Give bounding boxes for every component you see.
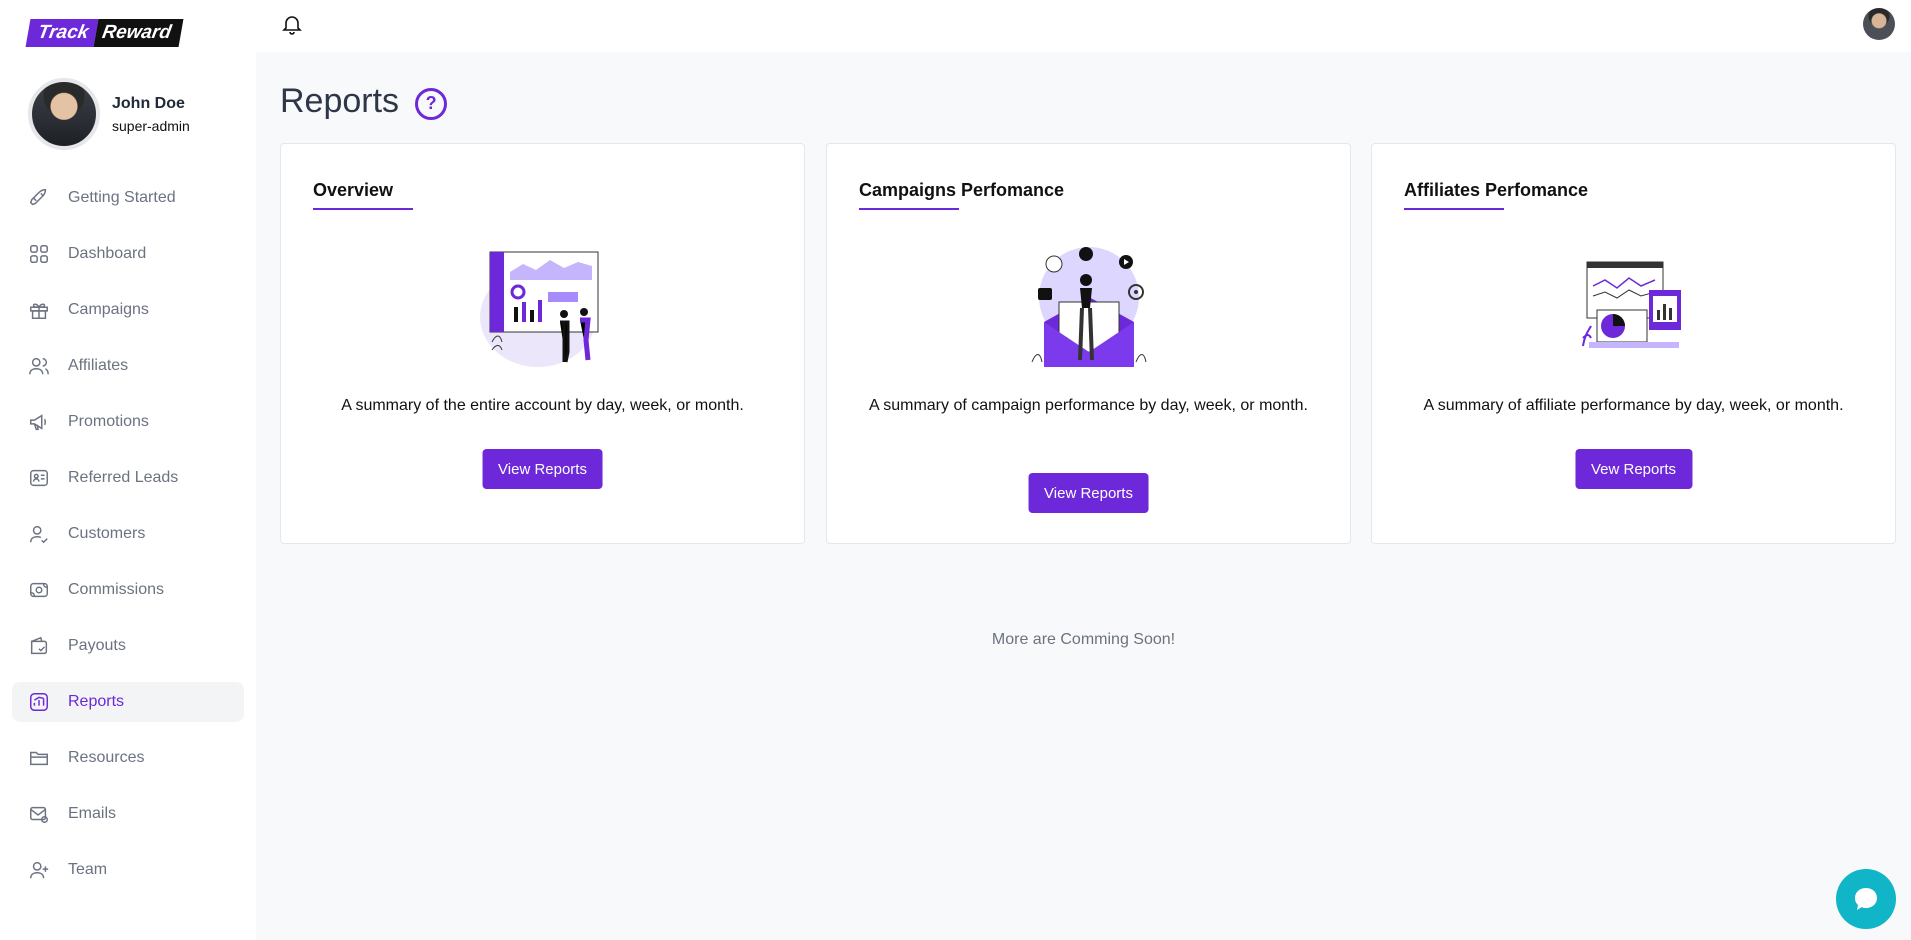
sidebar-item-affiliates[interactable]: Affiliates xyxy=(12,346,244,386)
chat-bubble-icon xyxy=(1855,888,1877,910)
sidebar-item-payouts[interactable]: Payouts xyxy=(12,626,244,666)
user-check-icon xyxy=(30,525,48,544)
sidebar-item-label: Referred Leads xyxy=(68,469,179,486)
sidebar-item-label: Team xyxy=(68,861,108,878)
avatar xyxy=(28,78,100,150)
sidebar-item-label: Campaigns xyxy=(68,301,149,318)
report-card-affiliates: Affiliates Perfomance A summary of affil… xyxy=(1371,143,1896,544)
folder-icon xyxy=(30,751,48,766)
card-description: A summary of the entire account by day, … xyxy=(341,397,744,414)
rocket-icon xyxy=(29,189,47,206)
megaphone-icon xyxy=(30,414,46,431)
view-reports-button-overview[interactable]: View Reports xyxy=(482,449,603,489)
money-icon xyxy=(30,582,48,598)
sidebar-item-label: Resources xyxy=(68,749,145,766)
id-card-icon xyxy=(30,469,48,487)
view-reports-button-campaigns[interactable]: View Reports xyxy=(1028,473,1149,513)
report-card-overview: Overview A summary of the entire account… xyxy=(280,143,805,544)
brand-logo-part1: Track xyxy=(25,19,99,47)
card-title-underline xyxy=(313,208,413,210)
card-description: A summary of campaign performance by day… xyxy=(868,397,1308,414)
sidebar-item-reports[interactable]: Reports xyxy=(12,682,244,722)
email-icon xyxy=(30,806,48,823)
user-avatar-menu[interactable] xyxy=(1863,8,1895,40)
card-title: Campaigns Perfomance xyxy=(859,180,1065,200)
profile-role: super-admin xyxy=(112,117,190,134)
overview-illustration-icon xyxy=(479,251,598,367)
sidebar-item-label: Getting Started xyxy=(68,189,176,206)
sidebar-item-label: Reports xyxy=(68,693,125,710)
report-icon xyxy=(30,693,48,711)
wallet-icon xyxy=(30,636,48,655)
sidebar-item-label: Promotions xyxy=(68,413,149,430)
users-icon xyxy=(29,357,49,375)
view-reports-button-affiliates[interactable]: Vew Reports xyxy=(1574,449,1693,489)
coming-soon-note: More are Comming Soon! xyxy=(991,631,1176,648)
card-description: A summary of affiliate performance by da… xyxy=(1423,397,1844,414)
sidebar-item-campaigns[interactable]: Campaigns xyxy=(12,290,244,330)
sidebar-item-label: Payouts xyxy=(68,637,126,654)
card-title-underline xyxy=(1404,208,1504,210)
gift-icon xyxy=(30,303,48,319)
sidebar-item-referred-leads[interactable]: Referred Leads xyxy=(12,458,244,498)
sidebar-item-customers[interactable]: Customers xyxy=(12,514,244,554)
report-card-campaigns: Campaigns Perfomance A summary of campai… xyxy=(826,143,1351,544)
sidebar-item-dashboard[interactable]: Dashboard xyxy=(12,234,244,274)
sidebar-item-label: Emails xyxy=(68,805,117,822)
user-plus-icon xyxy=(30,861,49,879)
sidebar-item-label: Customers xyxy=(68,525,146,542)
top-bar xyxy=(256,0,1911,52)
sidebar-item-getting-started[interactable]: Getting Started xyxy=(12,178,244,218)
sidebar-item-label: Affiliates xyxy=(68,357,129,374)
user-profile: John Doe super-admin xyxy=(28,78,190,150)
sidebar-item-label: Dashboard xyxy=(68,245,147,262)
brand-logo[interactable]: Track Reward xyxy=(25,18,184,48)
help-icon[interactable]: ? xyxy=(415,87,448,120)
sidebar-item-team[interactable]: Team xyxy=(12,850,244,890)
dashboard-icon xyxy=(30,245,48,263)
sidebar-item-label: Commissions xyxy=(68,581,165,598)
page-title: Reports xyxy=(280,82,400,120)
sidebar: Track Reward John Doe super-admin Getting… xyxy=(0,0,256,940)
campaign-illustration-icon xyxy=(1031,247,1146,367)
bell-icon[interactable] xyxy=(280,12,304,36)
chat-launcher-button[interactable] xyxy=(1836,869,1896,929)
sidebar-nav: Getting Started Dashboard Campaigns Affi… xyxy=(12,178,244,906)
sidebar-item-commissions[interactable]: Commissions xyxy=(12,570,244,610)
sidebar-item-emails[interactable]: Emails xyxy=(12,794,244,834)
page-header: Reports ? xyxy=(280,82,448,121)
brand-logo-part2: Reward xyxy=(93,19,184,47)
card-title: Overview xyxy=(313,180,394,200)
card-title: Affiliates Perfomance xyxy=(1404,180,1589,200)
profile-name: John Doe xyxy=(112,94,185,112)
affiliate-illustration-icon xyxy=(1581,261,1681,348)
sidebar-item-resources[interactable]: Resources xyxy=(12,738,244,778)
sidebar-item-promotions[interactable]: Promotions xyxy=(12,402,244,442)
card-title-underline xyxy=(859,208,959,210)
